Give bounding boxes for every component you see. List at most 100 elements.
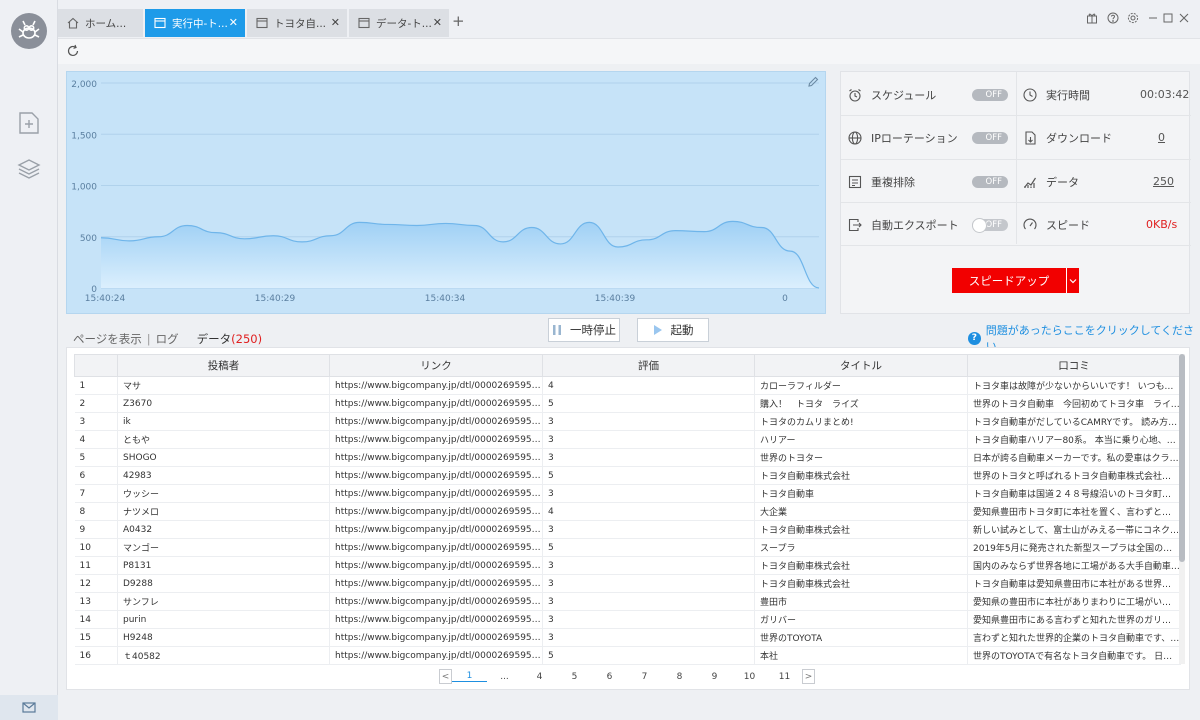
ip-rotation-toggle[interactable]: OFF [972, 132, 1008, 144]
table-cell: マサ [117, 376, 330, 395]
table-row[interactable]: 7 ウッシー https://www.bigcompany.jp/dtl/00002… [74, 484, 1181, 503]
page-number[interactable]: 1 [452, 671, 487, 682]
tab-log[interactable]: ログ [156, 331, 179, 347]
help-icon[interactable] [1106, 11, 1120, 25]
table-row[interactable]: 8 ナツメロ https://www.bigcompany.jp/dtl/00002… [74, 502, 1181, 521]
table-cell: 3 [542, 592, 755, 611]
table-row[interactable]: 2 Z3670 https://www.bigcompany.jp/dtl/0000… [74, 394, 1181, 413]
page-number[interactable]: ... [487, 672, 522, 682]
table-row[interactable]: 3 ik https://www.bigcompany.jp/dtl/0000269… [74, 412, 1181, 431]
prev-page-button[interactable]: < [439, 669, 452, 684]
settings-icon[interactable] [1126, 11, 1140, 25]
tab-toyota[interactable]: トヨタ自... ✕ [247, 9, 347, 37]
tab-data[interactable]: データ-ト... ✕ [349, 9, 449, 37]
table-scrollbar[interactable] [1179, 354, 1185, 664]
table-cell: 日本が誇る自動車メーカーです。私の愛車はクラウ... [967, 448, 1181, 467]
next-page-button[interactable]: > [802, 669, 815, 684]
table-row[interactable]: 11 P8131 https://www.bigcompany.jp/dtl/000… [74, 556, 1181, 575]
start-button[interactable]: 起動 [637, 318, 709, 342]
table-cell: カローラフィルダー [754, 376, 968, 395]
ip-rotation-row: IPローテーション [848, 116, 958, 159]
gift-icon[interactable] [1085, 11, 1099, 25]
mail-icon[interactable] [0, 695, 58, 720]
runtime-label: 実行時間 [1046, 88, 1090, 102]
table-cell: トヨタ自動車は国道２４８号線沿いのトヨタ町南の... [967, 484, 1181, 503]
table-cell: SHOGO [117, 448, 330, 467]
page-number[interactable]: 6 [592, 672, 627, 682]
speedup-dropdown-icon[interactable] [1066, 268, 1079, 293]
dedupe-toggle[interactable]: OFF [972, 176, 1008, 188]
maximize-icon[interactable] [1161, 11, 1175, 25]
pause-button[interactable]: 一時停止 [548, 318, 620, 342]
page-number[interactable]: 5 [557, 672, 592, 682]
tab-page-view[interactable]: ページを表示 [73, 331, 142, 347]
table-cell: 3 [74, 412, 118, 431]
table-row[interactable]: 16 ｔ40582 https://www.bigcompany.jp/dtl/00… [74, 646, 1181, 665]
table-cell: 5 [542, 646, 755, 665]
table-row[interactable]: 9 A0432 https://www.bigcompany.jp/dtl/0000… [74, 520, 1181, 539]
x-tick-label: 15:40:29 [255, 294, 296, 304]
table-row[interactable]: 13 サンフレ https://www.bigcompany.jp/dtl/0000… [74, 592, 1181, 611]
column-header[interactable] [74, 354, 118, 377]
tab-running[interactable]: 実行中-ト... ✕ [145, 9, 245, 37]
close-tab-icon[interactable]: ✕ [331, 17, 340, 28]
column-header[interactable]: 投稿者 [117, 354, 330, 377]
layers-icon[interactable] [17, 157, 41, 181]
page-number[interactable]: 4 [522, 672, 557, 682]
ip-rotation-label: IPローテーション [871, 131, 958, 145]
download-row: ダウンロード [1023, 116, 1112, 159]
table-row[interactable]: 5 SHOGO https://www.bigcompany.jp/dtl/0000… [74, 448, 1181, 467]
table-row[interactable]: 10 マンゴー https://www.bigcompany.jp/dtl/0000… [74, 538, 1181, 557]
schedule-row: スケジュール [848, 73, 936, 116]
table-cell: トヨタ自動車がだしているCAMRYです。 読み方は... [967, 412, 1181, 431]
edit-icon[interactable] [807, 76, 819, 88]
column-header[interactable]: 口コミ [967, 354, 1181, 377]
close-icon[interactable] [1177, 11, 1191, 25]
table-cell: https://www.bigcompany.jp/dtl/0000269595… [329, 448, 543, 467]
table-cell: https://www.bigcompany.jp/dtl/0000269595… [329, 610, 543, 629]
add-tab-button[interactable]: + [452, 12, 465, 30]
tab-home[interactable]: ホーム... [58, 9, 143, 37]
table-cell: 大企業 [754, 502, 968, 521]
scrollbar-thumb[interactable] [1179, 354, 1185, 562]
auto-export-toggle[interactable]: OFF [972, 218, 1008, 233]
runtime-row: 実行時間 [1023, 73, 1090, 116]
minimize-icon[interactable] [1146, 11, 1160, 25]
table-row[interactable]: 1 マサ https://www.bigcompany.jp/dtl/0000269… [74, 376, 1181, 395]
column-header[interactable]: 評価 [542, 354, 755, 377]
start-label: 起動 [670, 323, 694, 337]
table-row[interactable]: 12 D9288 https://www.bigcompany.jp/dtl/000… [74, 574, 1181, 593]
page-number[interactable]: 7 [627, 672, 662, 682]
table-row[interactable]: 14 purin https://www.bigcompany.jp/dtl/000… [74, 610, 1181, 629]
close-tab-icon[interactable]: ✕ [433, 17, 442, 28]
table-row[interactable]: 15 H9248 https://www.bigcompany.jp/dtl/000… [74, 628, 1181, 647]
close-tab-icon[interactable]: ✕ [229, 17, 238, 28]
table-row[interactable]: 6 42983 https://www.bigcompany.jp/dtl/0000… [74, 466, 1181, 485]
data-value[interactable]: 250 [1153, 175, 1174, 188]
page-number[interactable]: 11 [767, 672, 802, 682]
table-cell: 11 [74, 556, 118, 575]
table-cell: トヨタ自動車株式会社 [754, 466, 968, 485]
table-cell: トヨタ自動車株式会社 [754, 520, 968, 539]
tab-label: データ-ト... [376, 17, 432, 30]
refresh-icon[interactable] [66, 44, 80, 58]
page-number[interactable]: 10 [732, 672, 767, 682]
download-value[interactable]: 0 [1158, 131, 1165, 144]
table-row[interactable]: 4 ともや https://www.bigcompany.jp/dtl/000026… [74, 430, 1181, 449]
column-header[interactable]: リンク [329, 354, 543, 377]
schedule-toggle[interactable]: OFF [972, 89, 1008, 101]
data-label: データ [1046, 175, 1079, 189]
table-cell: 愛知県豊田市にある言わずと知れた世界のガリバー... [967, 610, 1181, 629]
table-cell: 3 [542, 430, 755, 449]
speedup-button[interactable]: スピードアップ [952, 268, 1066, 293]
page-number[interactable]: 9 [697, 672, 732, 682]
table-cell: https://www.bigcompany.jp/dtl/0000269595… [329, 430, 543, 449]
column-header[interactable]: タイトル [754, 354, 968, 377]
table-cell: https://www.bigcompany.jp/dtl/0000269595… [329, 646, 543, 665]
auto-export-row: 自動エクスポート [848, 203, 959, 246]
page-number[interactable]: 8 [662, 672, 697, 682]
table-cell: 16 [74, 646, 118, 665]
new-task-icon[interactable] [17, 111, 41, 135]
table-cell: 5 [542, 394, 755, 413]
table-cell: 13 [74, 592, 118, 611]
